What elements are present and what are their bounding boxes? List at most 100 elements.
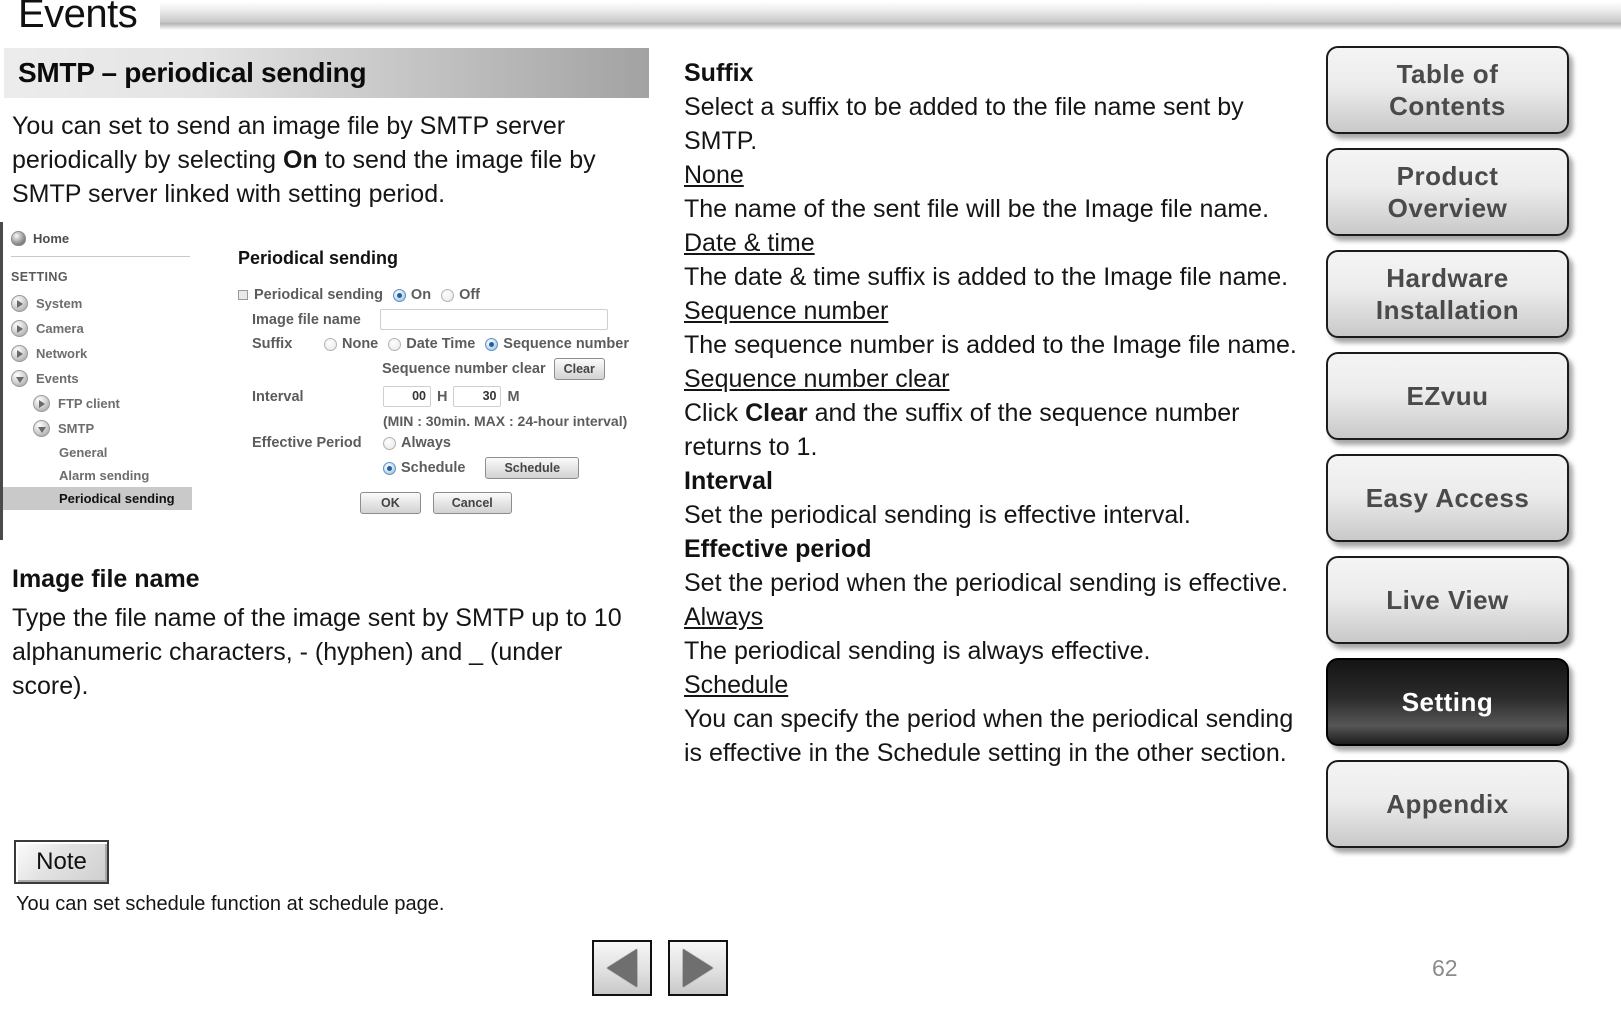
triangle-left-icon — [607, 949, 637, 987]
effective-period-always-row: Effective Period Always — [232, 435, 662, 451]
sequence-number-clear-label: Sequence number clear — [382, 361, 546, 377]
page-navigation — [592, 940, 728, 996]
sidebar-item-smtp[interactable]: SMTP — [3, 416, 192, 441]
embedded-settings-screenshot: Home SETTING System Camera Network Event… — [0, 222, 662, 540]
form-title: Periodical sending — [238, 248, 399, 268]
sidebar-item-home[interactable]: Home — [3, 222, 192, 256]
sidebar-item-ftp-client-label: FTP client — [58, 396, 120, 411]
effective-period-schedule-radio[interactable] — [383, 461, 396, 475]
effective-period-always-label: Always — [401, 435, 451, 451]
arrow-down-icon — [11, 370, 28, 387]
chapter-nav-buttons: Table of Contents Product Overview Hardw… — [1326, 46, 1569, 862]
note-button[interactable]: Note — [14, 840, 109, 884]
sequence-clear-text-before: Click — [684, 399, 746, 427]
cancel-button[interactable]: Cancel — [432, 492, 512, 514]
schedule-button[interactable]: Schedule — [485, 457, 580, 479]
always-description: The periodical sending is always effecti… — [684, 637, 1151, 665]
interval-hint: (MIN : 30min. MAX : 24-hour interval) — [383, 413, 628, 429]
suffix-datetime-description: The date & time suffix is added to the I… — [684, 263, 1289, 291]
suffix-description: Select a suffix to be added to the file … — [684, 93, 1244, 155]
suffix-none-label: None — [342, 336, 379, 352]
nav-button-appendix-label: Appendix — [1386, 789, 1509, 819]
image-file-name-body: Type the file name of the image sent by … — [12, 604, 622, 700]
image-file-name-heading: Image file name — [12, 565, 200, 593]
chapter-tab-label: Events — [18, 0, 146, 36]
nav-button-setting[interactable]: Setting — [1326, 658, 1569, 746]
note-text: You can set schedule function at schedul… — [16, 893, 445, 915]
always-term: Always — [684, 603, 764, 631]
effective-period-schedule-row: Schedule Schedule — [232, 457, 662, 479]
nav-button-easy-access-label: Easy Access — [1365, 483, 1530, 513]
nav-button-table-of-contents[interactable]: Table of Contents — [1326, 46, 1569, 134]
settings-sidebar: Home SETTING System Camera Network Event… — [0, 222, 192, 540]
expand-box-icon[interactable] — [238, 290, 248, 300]
nav-button-hardware-installation-label: Hardware Installation — [1375, 263, 1520, 325]
image-file-name-input[interactable] — [380, 309, 608, 330]
interval-heading: Interval — [684, 467, 773, 495]
sidebar-item-smtp-label: SMTP — [58, 421, 95, 436]
next-page-button[interactable] — [668, 940, 728, 996]
suffix-datetime-label: Date Time — [406, 336, 476, 352]
sidebar-item-general[interactable]: General — [3, 441, 192, 464]
schedule-description: You can specify the period when the peri… — [684, 705, 1294, 767]
clear-button[interactable]: Clear — [553, 358, 605, 380]
nav-button-appendix[interactable]: Appendix — [1326, 760, 1569, 848]
image-file-name-label: Image file name — [252, 311, 361, 328]
suffix-none-term: None — [684, 161, 744, 189]
suffix-none-radio[interactable] — [324, 337, 337, 351]
periodical-sending-form: Periodical sending Periodical sending On… — [232, 222, 662, 540]
previous-page-button[interactable] — [592, 940, 652, 996]
suffix-none-description: The name of the sent file will be the Im… — [684, 195, 1270, 223]
top-decorative-bar — [160, 2, 1621, 24]
form-action-row: OK Cancel — [232, 492, 662, 514]
nav-button-live-view[interactable]: Live View — [1326, 556, 1569, 644]
suffix-sequence-radio[interactable] — [485, 337, 499, 351]
sidebar-item-system[interactable]: System — [3, 291, 192, 316]
suffix-heading: Suffix — [684, 59, 754, 87]
sidebar-item-system-label: System — [36, 296, 83, 311]
nav-button-table-of-contents-label: Table of Contents — [1389, 59, 1506, 121]
interval-label: Interval — [252, 388, 304, 405]
sequence-clear-term: Sequence number clear — [684, 365, 950, 393]
sequence-clear-bold: Clear — [745, 399, 808, 427]
sidebar-item-periodical-sending[interactable]: Periodical sending — [3, 487, 192, 510]
triangle-right-icon — [683, 949, 713, 987]
suffix-sequence-term: Sequence number — [684, 297, 889, 325]
interval-minutes-input[interactable]: 30 — [453, 386, 502, 407]
sidebar-section-label: SETTING — [11, 270, 68, 284]
periodical-sending-on-radio[interactable] — [392, 288, 406, 302]
periodical-sending-label: Periodical sending — [254, 287, 383, 303]
suffix-sequence-label: Sequence number — [503, 336, 629, 352]
sequence-clear-description: Click Clear and the suffix of the sequen… — [684, 396, 1309, 464]
sidebar-item-alarm-sending[interactable]: Alarm sending — [3, 464, 192, 487]
section-intro-paragraph: You can set to send an image file by SMT… — [12, 109, 652, 211]
arrow-down-icon — [33, 420, 50, 437]
sidebar-item-events[interactable]: Events — [3, 366, 192, 391]
interval-hours-unit: H — [437, 388, 448, 405]
sidebar-item-alarm-sending-label: Alarm sending — [59, 468, 150, 483]
nav-button-ezvuu-label: EZvuu — [1406, 381, 1489, 411]
interval-hours-input[interactable]: 00 — [383, 386, 431, 407]
nav-button-ezvuu[interactable]: EZvuu — [1326, 352, 1569, 440]
page-number: 62 — [1432, 955, 1458, 981]
periodical-sending-off-radio[interactable] — [441, 288, 455, 302]
image-file-name-row: Image file name — [232, 309, 662, 330]
effective-period-description: Set the period when the periodical sendi… — [684, 569, 1289, 597]
ok-button[interactable]: OK — [360, 492, 421, 514]
effective-period-always-radio[interactable] — [383, 436, 396, 450]
periodical-sending-off-label: Off — [459, 287, 480, 303]
nav-button-easy-access[interactable]: Easy Access — [1326, 454, 1569, 542]
suffix-sequence-description: The sequence number is added to the Imag… — [684, 331, 1297, 359]
sidebar-item-camera-label: Camera — [36, 321, 84, 336]
nav-button-product-overview-label: Product Overview — [1387, 161, 1508, 223]
sidebar-item-network[interactable]: Network — [3, 341, 192, 366]
right-text-column: Suffix Select a suffix to be added to th… — [684, 56, 1309, 770]
sidebar-item-events-label: Events — [36, 371, 79, 386]
sidebar-item-ftp-client[interactable]: FTP client — [3, 391, 192, 416]
nav-button-hardware-installation[interactable]: Hardware Installation — [1326, 250, 1569, 338]
suffix-datetime-radio[interactable] — [388, 337, 402, 351]
sidebar-item-camera[interactable]: Camera — [3, 316, 192, 341]
nav-button-product-overview[interactable]: Product Overview — [1326, 148, 1569, 236]
sidebar-item-network-label: Network — [36, 346, 88, 361]
suffix-datetime-term: Date & time — [684, 229, 815, 257]
